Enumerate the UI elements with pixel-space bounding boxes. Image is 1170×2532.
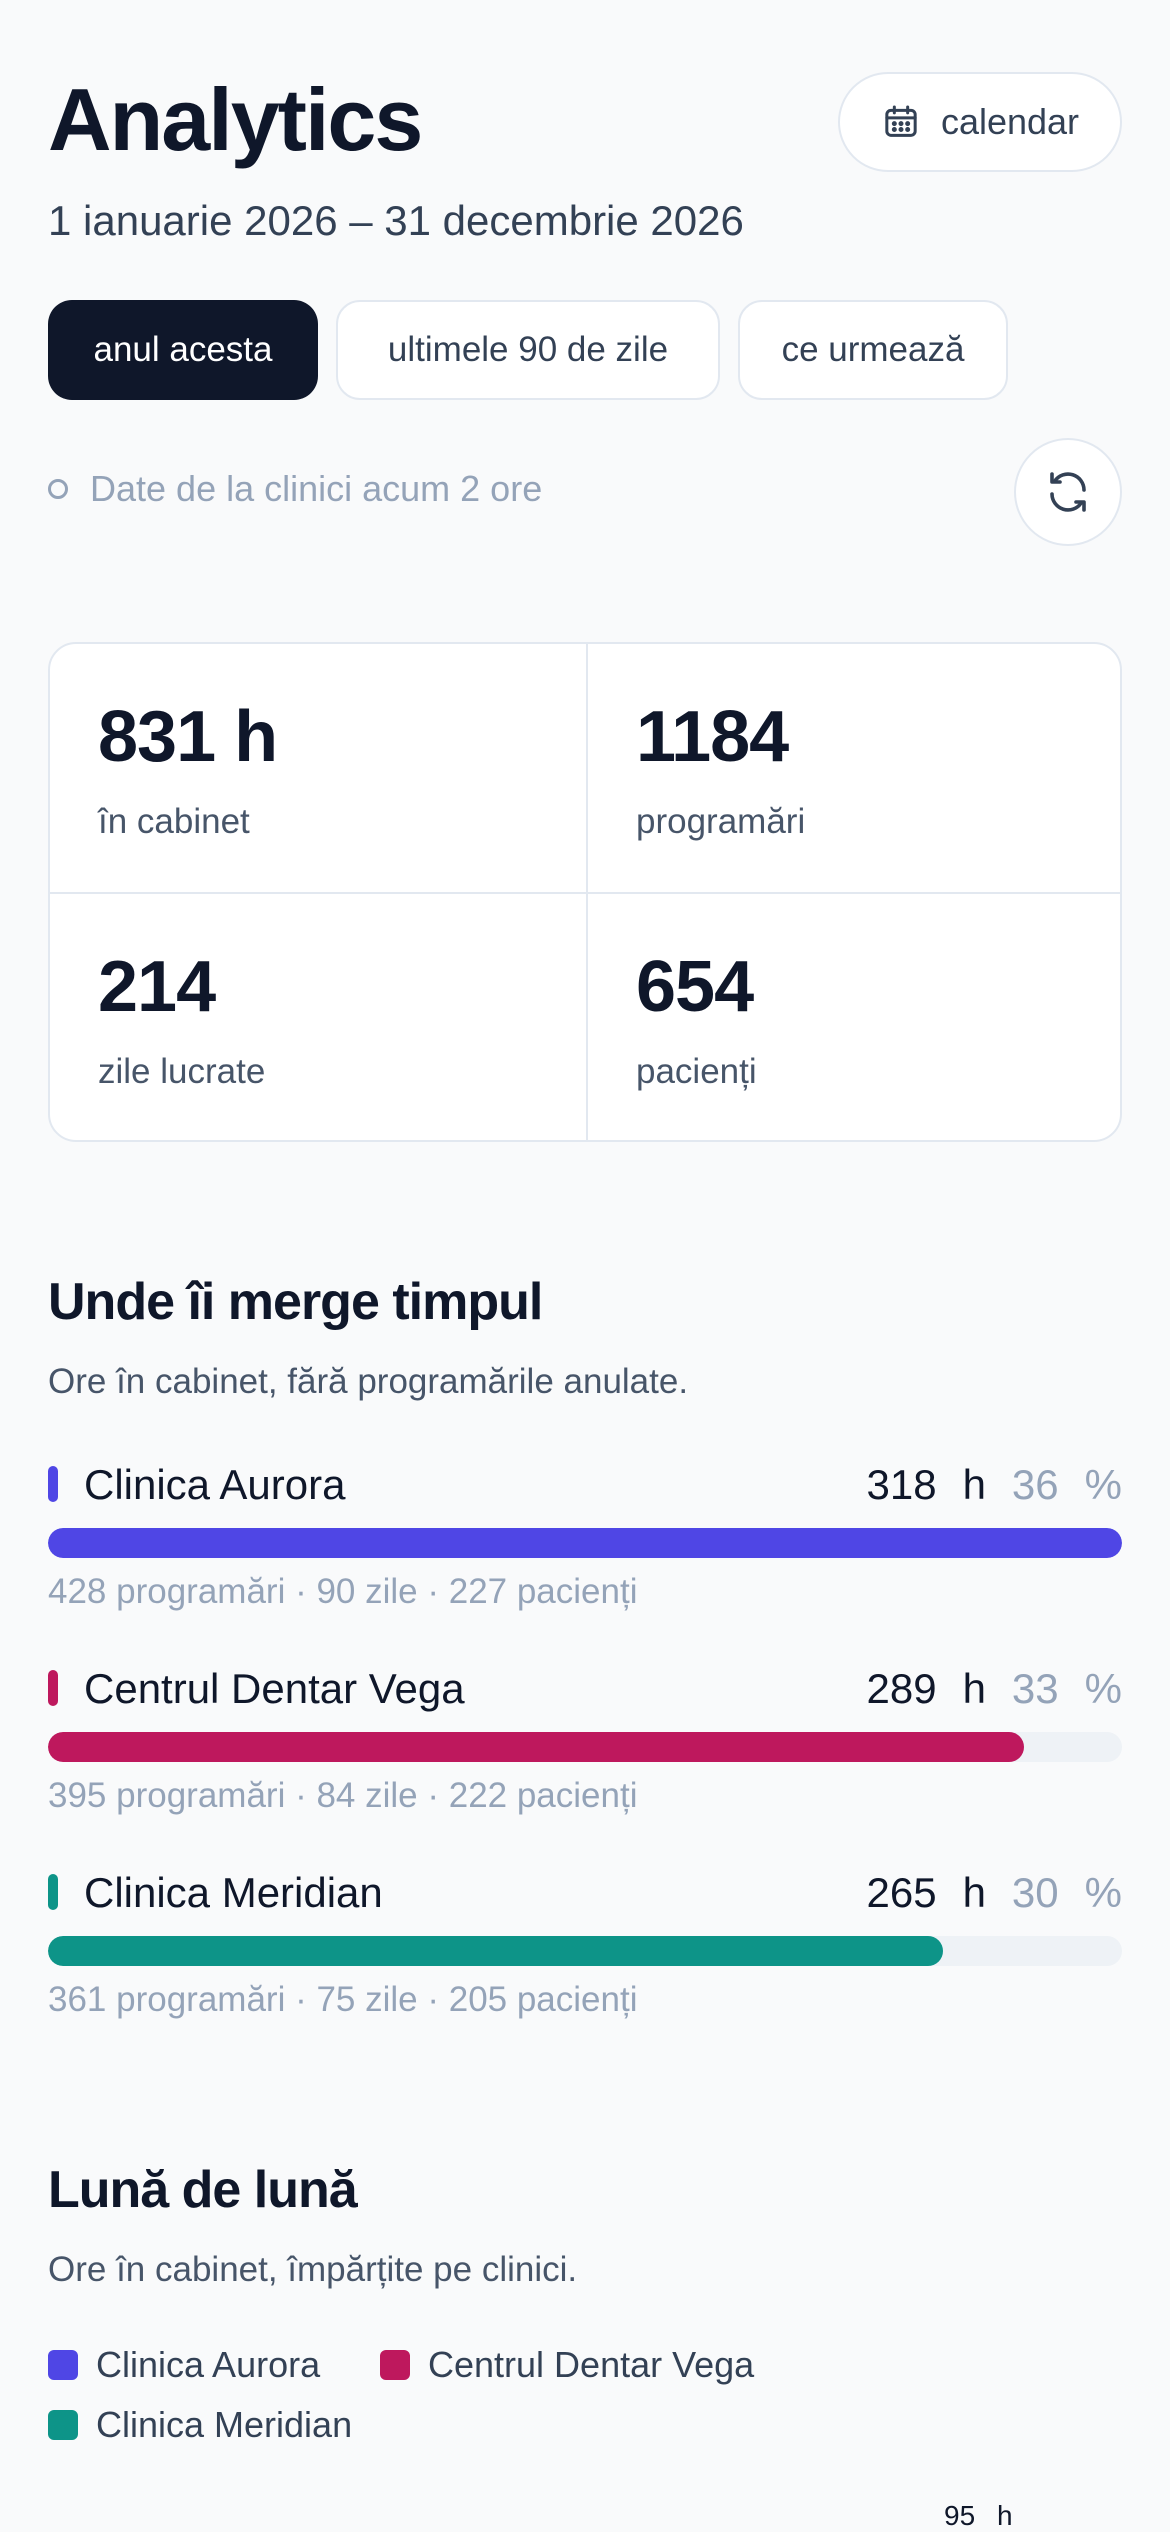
stat-patients: 654 pacienți <box>588 894 1120 1140</box>
clinic-hours: 265 h 30 % <box>866 1868 1122 1918</box>
tab-upcoming[interactable]: ce urmează <box>738 300 1008 400</box>
clinic-name: Centrul Dentar Vega <box>84 1665 465 1712</box>
refresh-button[interactable] <box>1014 438 1122 546</box>
calendar-label: calendar <box>940 101 1080 142</box>
section-subtitle: Ore în cabinet, împărțite pe clinici. <box>48 2250 578 2289</box>
axis-value: 95 <box>944 2500 976 2531</box>
clinic-row: Centrul Dentar Vega 289 h 33 % 395 progr… <box>48 1664 1122 1834</box>
legend-swatch <box>48 2410 78 2440</box>
stat-label: în cabinet <box>98 802 250 841</box>
clinic-color-marker <box>48 1874 58 1910</box>
clinic-meta: 361 programări · 75 zile · 205 pacienți <box>48 1980 638 2019</box>
clinic-percent-unit: % <box>1084 1869 1122 1916</box>
legend-item: Clinica Aurora <box>48 2344 320 2386</box>
stats-grid: 831 h în cabinet 1184 programări 214 zil… <box>48 642 1122 1142</box>
clinic-share-bar <box>48 1528 1122 1558</box>
clinic-name: Clinica Meridian <box>84 1869 383 1916</box>
clinic-meta: 395 programări · 84 zile · 222 pacienți <box>48 1776 638 1815</box>
stat-label: pacienți <box>636 1052 757 1091</box>
clinic-share-fill <box>48 1528 1122 1558</box>
clinic-hours-unit: h <box>962 1869 986 1916</box>
tab-last-90-days[interactable]: ultimele 90 de zile <box>336 300 720 400</box>
clinic-hours-unit: h <box>962 1665 986 1712</box>
clinic-share-fill <box>48 1936 943 1966</box>
clinic-hours: 318 h 36 % <box>866 1460 1122 1510</box>
stat-workdays: 214 zile lucrate <box>50 894 586 1140</box>
stat-hours: 831 h în cabinet <box>50 644 586 893</box>
clinic-hours-unit: h <box>962 1461 986 1508</box>
section-title: Lună de lună <box>48 2161 358 2219</box>
axis-unit: h <box>996 2500 1013 2531</box>
clinic-percent-value: 36 <box>1011 1461 1059 1508</box>
date-range: 1 ianuarie 2026 – 31 decembrie 2026 <box>48 197 744 244</box>
section-subtitle: Ore în cabinet, fără programările anulat… <box>48 1362 689 1401</box>
legend-item: Clinica Meridian <box>48 2404 352 2446</box>
tab-this-year[interactable]: anul acesta <box>48 300 318 400</box>
status-dot-icon <box>48 479 68 499</box>
clinic-percent-unit: % <box>1084 1665 1122 1712</box>
clinic-percent-value: 33 <box>1011 1665 1059 1712</box>
legend-label: Centrul Dentar Vega <box>428 2344 755 2385</box>
clinic-share-bar <box>48 1936 1122 1966</box>
stat-label: programări <box>636 802 806 841</box>
clinic-hours-value: 265 <box>866 1869 937 1916</box>
legend-item: Centrul Dentar Vega <box>380 2344 754 2386</box>
sync-status-text: Date de la clinici acum 2 ore <box>90 468 543 509</box>
calendar-button[interactable]: calendar <box>838 72 1122 172</box>
clinic-meta: 428 programări · 90 zile · 227 pacienți <box>48 1572 638 1611</box>
clinic-share-bar <box>48 1732 1122 1762</box>
legend-swatch <box>380 2350 410 2380</box>
clinic-row: Clinica Meridian 265 h 30 % 361 programă… <box>48 1868 1122 2038</box>
refresh-icon <box>1044 468 1092 516</box>
clinic-color-marker <box>48 1670 58 1706</box>
clinic-row: Clinica Aurora 318 h 36 % 428 programări… <box>48 1460 1122 1630</box>
clinic-percent-unit: % <box>1084 1461 1122 1508</box>
stat-label: zile lucrate <box>98 1052 266 1091</box>
clinic-color-marker <box>48 1466 58 1502</box>
clinic-share-fill <box>48 1732 1025 1762</box>
stat-value: 214 <box>98 947 216 1027</box>
clinic-hours-value: 318 <box>866 1461 937 1508</box>
section-title: Unde îi merge timpul <box>48 1273 543 1331</box>
legend-label: Clinica Meridian <box>96 2404 353 2445</box>
stat-value: 831 h <box>98 697 278 777</box>
legend-swatch <box>48 2350 78 2380</box>
legend-label: Clinica Aurora <box>96 2344 321 2385</box>
stat-value: 654 <box>636 947 754 1027</box>
page-title: Analytics <box>48 70 423 169</box>
clinic-name: Clinica Aurora <box>84 1461 346 1508</box>
clinic-percent-value: 30 <box>1011 1869 1059 1916</box>
chart-axis-top-label: 95 h <box>944 2500 1013 2532</box>
calendar-icon <box>881 102 921 142</box>
stat-value: 1184 <box>636 697 789 777</box>
sync-status: Date de la clinici acum 2 ore <box>48 468 542 510</box>
stat-appointments: 1184 programări <box>588 644 1120 893</box>
clinic-hours-value: 289 <box>866 1665 937 1712</box>
clinic-hours: 289 h 33 % <box>866 1664 1122 1714</box>
